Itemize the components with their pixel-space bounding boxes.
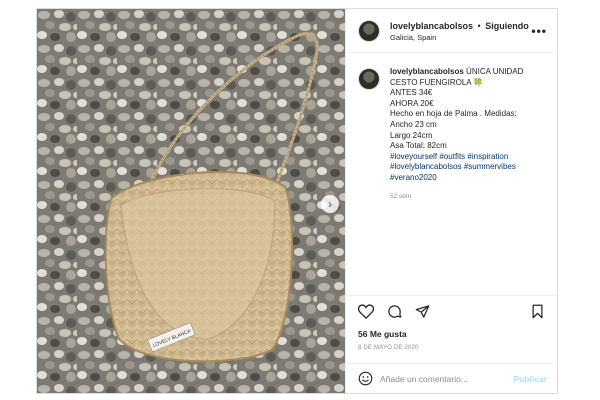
caption-avatar[interactable] <box>358 68 380 90</box>
header-text: lovelyblancabolsos • Siguiendo Galicia, … <box>390 20 531 42</box>
hashtag-link[interactable]: #inspiration <box>467 152 508 161</box>
hashtag-link[interactable]: #outfits <box>439 152 465 161</box>
caption-text: lovelyblancabolsos ÚNICA UNIDAD CESTO FU… <box>390 67 523 202</box>
caption-username[interactable]: lovelyblancabolsos <box>390 67 464 76</box>
hashtag-link[interactable]: #lovelyblancabolsos <box>390 162 462 171</box>
post-date: 8 DE MAYO DE 2020 <box>358 345 419 351</box>
caption-area: lovelyblancabolsos ÚNICA UNIDAD CESTO FU… <box>346 53 557 295</box>
caption-line: ANTES 34€ <box>390 88 433 98</box>
post-image[interactable]: LOVELY BLANCA › <box>37 9 345 393</box>
post-sidebar: lovelyblancabolsos • Siguiendo Galicia, … <box>345 9 557 393</box>
share-icon[interactable] <box>412 302 432 322</box>
heart-icon[interactable] <box>356 302 376 322</box>
hashtag-link[interactable]: #verano2020 <box>390 173 437 182</box>
comment-icon[interactable] <box>384 302 404 322</box>
separator-dot: • <box>477 20 481 31</box>
more-options-icon[interactable]: ••• <box>531 24 547 38</box>
bookmark-icon[interactable] <box>527 302 547 322</box>
publish-button[interactable]: Publicar <box>513 374 547 384</box>
caption-line: Hecho en hoja de Palma . Medidas: <box>390 109 517 119</box>
caption-line: AHORA 20€ <box>390 98 434 108</box>
instagram-post: LOVELY BLANCA › lovelyblancabolsos • Sig… <box>36 8 558 394</box>
caption-line: Ancho 23 cm <box>390 119 437 129</box>
comment-input[interactable] <box>380 373 514 384</box>
emoji-icon[interactable] <box>356 370 374 388</box>
likes-count[interactable]: 56 Me gusta <box>346 327 557 341</box>
username-link[interactable]: lovelyblancabolsos <box>390 21 473 31</box>
comment-row: Publicar <box>346 363 557 393</box>
time-ago[interactable]: 52 sem <box>390 192 523 203</box>
post-header: lovelyblancabolsos • Siguiendo Galicia, … <box>346 9 557 53</box>
avatar[interactable] <box>358 19 380 42</box>
following-button[interactable]: Siguiendo <box>485 21 529 31</box>
action-bar <box>346 295 557 327</box>
caption-line: CESTO FUENGIROLA 🍀 <box>390 77 484 87</box>
basket-photo: LOVELY BLANCA <box>37 9 345 393</box>
hashtag-link[interactable]: #loveyourself <box>390 152 437 161</box>
caption-line: ÚNICA UNIDAD <box>466 67 524 76</box>
location-link[interactable]: Galicia, Spain <box>390 33 531 42</box>
caption-line: Asa Total: 82cm <box>390 141 447 151</box>
caption-line: Largo 24cm <box>390 130 433 140</box>
hashtag-link[interactable]: #summervibes <box>464 162 516 171</box>
chevron-right-icon[interactable]: › <box>321 195 339 213</box>
